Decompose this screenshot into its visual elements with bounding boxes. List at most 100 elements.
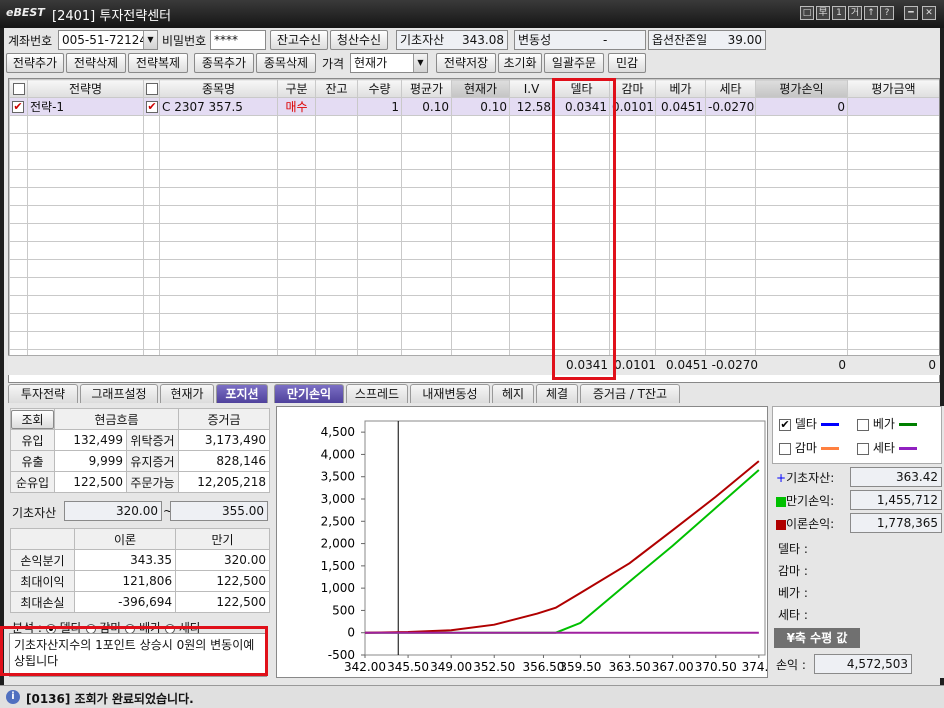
password-input[interactable]: **** <box>210 30 266 50</box>
chevron-down-icon[interactable]: ▼ <box>143 31 157 49</box>
reset-button[interactable]: 초기화 <box>498 53 542 73</box>
add-item-button[interactable]: 종목추가 <box>194 53 254 73</box>
tab-spread[interactable]: 스프레드 <box>346 384 408 403</box>
delete-item-button[interactable]: 종목삭제 <box>256 53 316 73</box>
tab-current-price[interactable]: 현재가 <box>160 384 214 403</box>
window-restore-icon[interactable]: □ <box>800 6 814 20</box>
minimize-icon[interactable]: ━ <box>904 6 918 20</box>
legend-delta[interactable]: ✔ 델타 <box>779 415 839 432</box>
base-to-input[interactable]: 355.00 <box>170 501 268 521</box>
row-value: 122,500 <box>175 591 270 613</box>
legend-vega[interactable]: 베가 <box>857 415 917 432</box>
col-theta: 세타 <box>705 79 756 98</box>
theory-header: 이론 <box>73 528 177 550</box>
cell-eval <box>847 97 939 116</box>
tab-margin[interactable]: 증거금 / T잔고 <box>580 384 680 403</box>
tab-graph-settings[interactable]: 그래프설정 <box>80 384 158 403</box>
cell-pnl: 0 <box>755 97 848 116</box>
title-bar: eBEST [2401] 투자전략센터 □ 早 1 거 ↑ ? ━ ✕ <box>0 0 944 28</box>
highlight-message <box>0 626 268 676</box>
delete-strategy-button[interactable]: 전략삭제 <box>66 53 126 73</box>
bulk-order-button[interactable]: 일괄주문 <box>544 53 604 73</box>
base-asset-box: 기초자산 343.08 <box>396 30 508 50</box>
y-axis-horizontal-button[interactable]: ¥축 수평 값 <box>774 628 860 648</box>
y-tick-label: 3,000 <box>321 492 355 506</box>
copy-strategy-button[interactable]: 전략복제 <box>128 53 188 73</box>
tab-strategy[interactable]: 투자전략 <box>8 384 78 403</box>
screen-one-icon[interactable]: 1 <box>832 6 846 20</box>
select-all-items-checkbox[interactable] <box>143 79 160 98</box>
tab-expiry-pnl[interactable]: 만기손익 <box>274 384 344 403</box>
x-tick-label: 356.50 <box>522 660 564 674</box>
legend-gamma[interactable]: 감마 <box>779 439 839 456</box>
price-value: 현재가 <box>354 56 388 70</box>
tab-execution[interactable]: 체결 <box>536 384 578 403</box>
row-item-checkbox[interactable]: ✔ <box>143 97 160 116</box>
list-item: 최대이익 121,806 122,500 <box>10 570 270 592</box>
settle-receive-button[interactable]: 청산수신 <box>330 30 388 50</box>
tab-implied-vol[interactable]: 내재변동성 <box>410 384 490 403</box>
bottom-tabs: 투자전략 그래프설정 현재가 포지션 만기손익 스프레드 내재변동성 헤지 체결… <box>8 382 940 404</box>
select-all-checkbox[interactable] <box>9 79 28 98</box>
pnl-readout: 4,572,503 <box>814 654 912 674</box>
pnl-label: 손익 : <box>776 658 806 672</box>
cell-avg: 0.10 <box>401 97 452 116</box>
legend-delta-swatch <box>820 423 839 426</box>
link-icon[interactable]: 거 <box>848 6 862 20</box>
list-item: 손익분기 343.35 320.00 <box>10 549 270 571</box>
greek-gamma-readout: 감마 : <box>778 564 808 578</box>
chevron-down-icon[interactable]: ▼ <box>413 54 427 72</box>
base-asset-readout-label: +기초자산: <box>776 471 835 485</box>
empty-row <box>9 223 939 242</box>
row-value: 343.35 <box>73 549 177 571</box>
query-button[interactable]: 조회 <box>11 409 54 429</box>
price-select[interactable]: 현재가 ▼ <box>350 53 428 73</box>
highlight-delta-column <box>552 78 616 380</box>
pin-icon[interactable]: 早 <box>816 6 830 20</box>
breakeven-table: 이론 만기 손익분기 343.35 320.00 최대이익 121,806 122,500… <box>10 528 270 613</box>
tab-position[interactable]: 포지션 <box>216 384 268 403</box>
tab-hedge[interactable]: 헤지 <box>492 384 534 403</box>
row-label: 순유입 <box>10 471 55 493</box>
remaining-days-box: 옵션잔존일 39.00 <box>648 30 766 50</box>
list-item: 순유입 122,500 주문가능 12,205,218 <box>10 471 270 493</box>
table-header-row: 전략명 종목명 구분 잔고 수량 평균가 현재가 I.V 델타 감마 베가 세타… <box>9 79 939 98</box>
y-tick-label: 3,500 <box>321 470 355 484</box>
cell-theta: -0.0270 <box>705 97 756 116</box>
pnl-chart-svg: 4,500 4,000 3,500 3,000 2,500 2,000 1,500 1,000… <box>321 420 776 674</box>
save-strategy-button[interactable]: 전략저장 <box>436 53 496 73</box>
col-vega: 베가 <box>655 79 706 98</box>
cell-balance <box>315 97 358 116</box>
row-label: 유입 <box>10 429 55 451</box>
expiry-header: 만기 <box>175 528 270 550</box>
crosshair-icon: + <box>776 471 787 485</box>
base-asset-readout: 363.42 <box>850 467 942 487</box>
row-value: 122,500 <box>54 471 127 493</box>
balance-receive-button[interactable]: 잔고수신 <box>270 30 328 50</box>
close-icon[interactable]: ✕ <box>922 6 936 20</box>
volatility-label: 변동성 <box>518 33 552 47</box>
empty-row <box>9 205 939 224</box>
main-panel: 계좌번호 005-51-721245 ▼ 비밀번호 **** 잔고수신 청산수신 … <box>0 28 944 685</box>
password-label: 비밀번호 <box>162 34 207 48</box>
x-tick-label: 342.00 <box>344 660 386 674</box>
x-tick-label: 367.00 <box>652 660 694 674</box>
row-checkbox[interactable]: ✔ <box>9 97 28 116</box>
volatility-box: 변동성 - <box>514 30 646 50</box>
empty-row <box>9 169 939 188</box>
legend-theta[interactable]: 세타 <box>857 439 917 456</box>
row-label: 유출 <box>10 450 55 472</box>
sensitivity-button[interactable]: 민감 <box>608 53 646 73</box>
col-side: 구분 <box>277 79 316 98</box>
cell-qty: 1 <box>357 97 402 116</box>
cell-side: 매수 <box>277 97 316 116</box>
table-row[interactable]: ✔ 전략-1 ✔ C 2307 357.5 매수 1 0.10 0.10 12.… <box>9 97 939 116</box>
arrow-up-icon[interactable]: ↑ <box>864 6 878 20</box>
add-strategy-button[interactable]: 전략추가 <box>6 53 64 73</box>
base-from-input[interactable]: 320.00 <box>64 501 162 521</box>
account-select[interactable]: 005-51-721245 ▼ <box>58 30 158 50</box>
help-icon[interactable]: ? <box>880 6 894 20</box>
legend-box: ✔ 델타 베가 감마 세타 <box>772 406 942 464</box>
greek-delta-readout: 델타 : <box>778 542 808 556</box>
empty-row <box>9 133 939 152</box>
